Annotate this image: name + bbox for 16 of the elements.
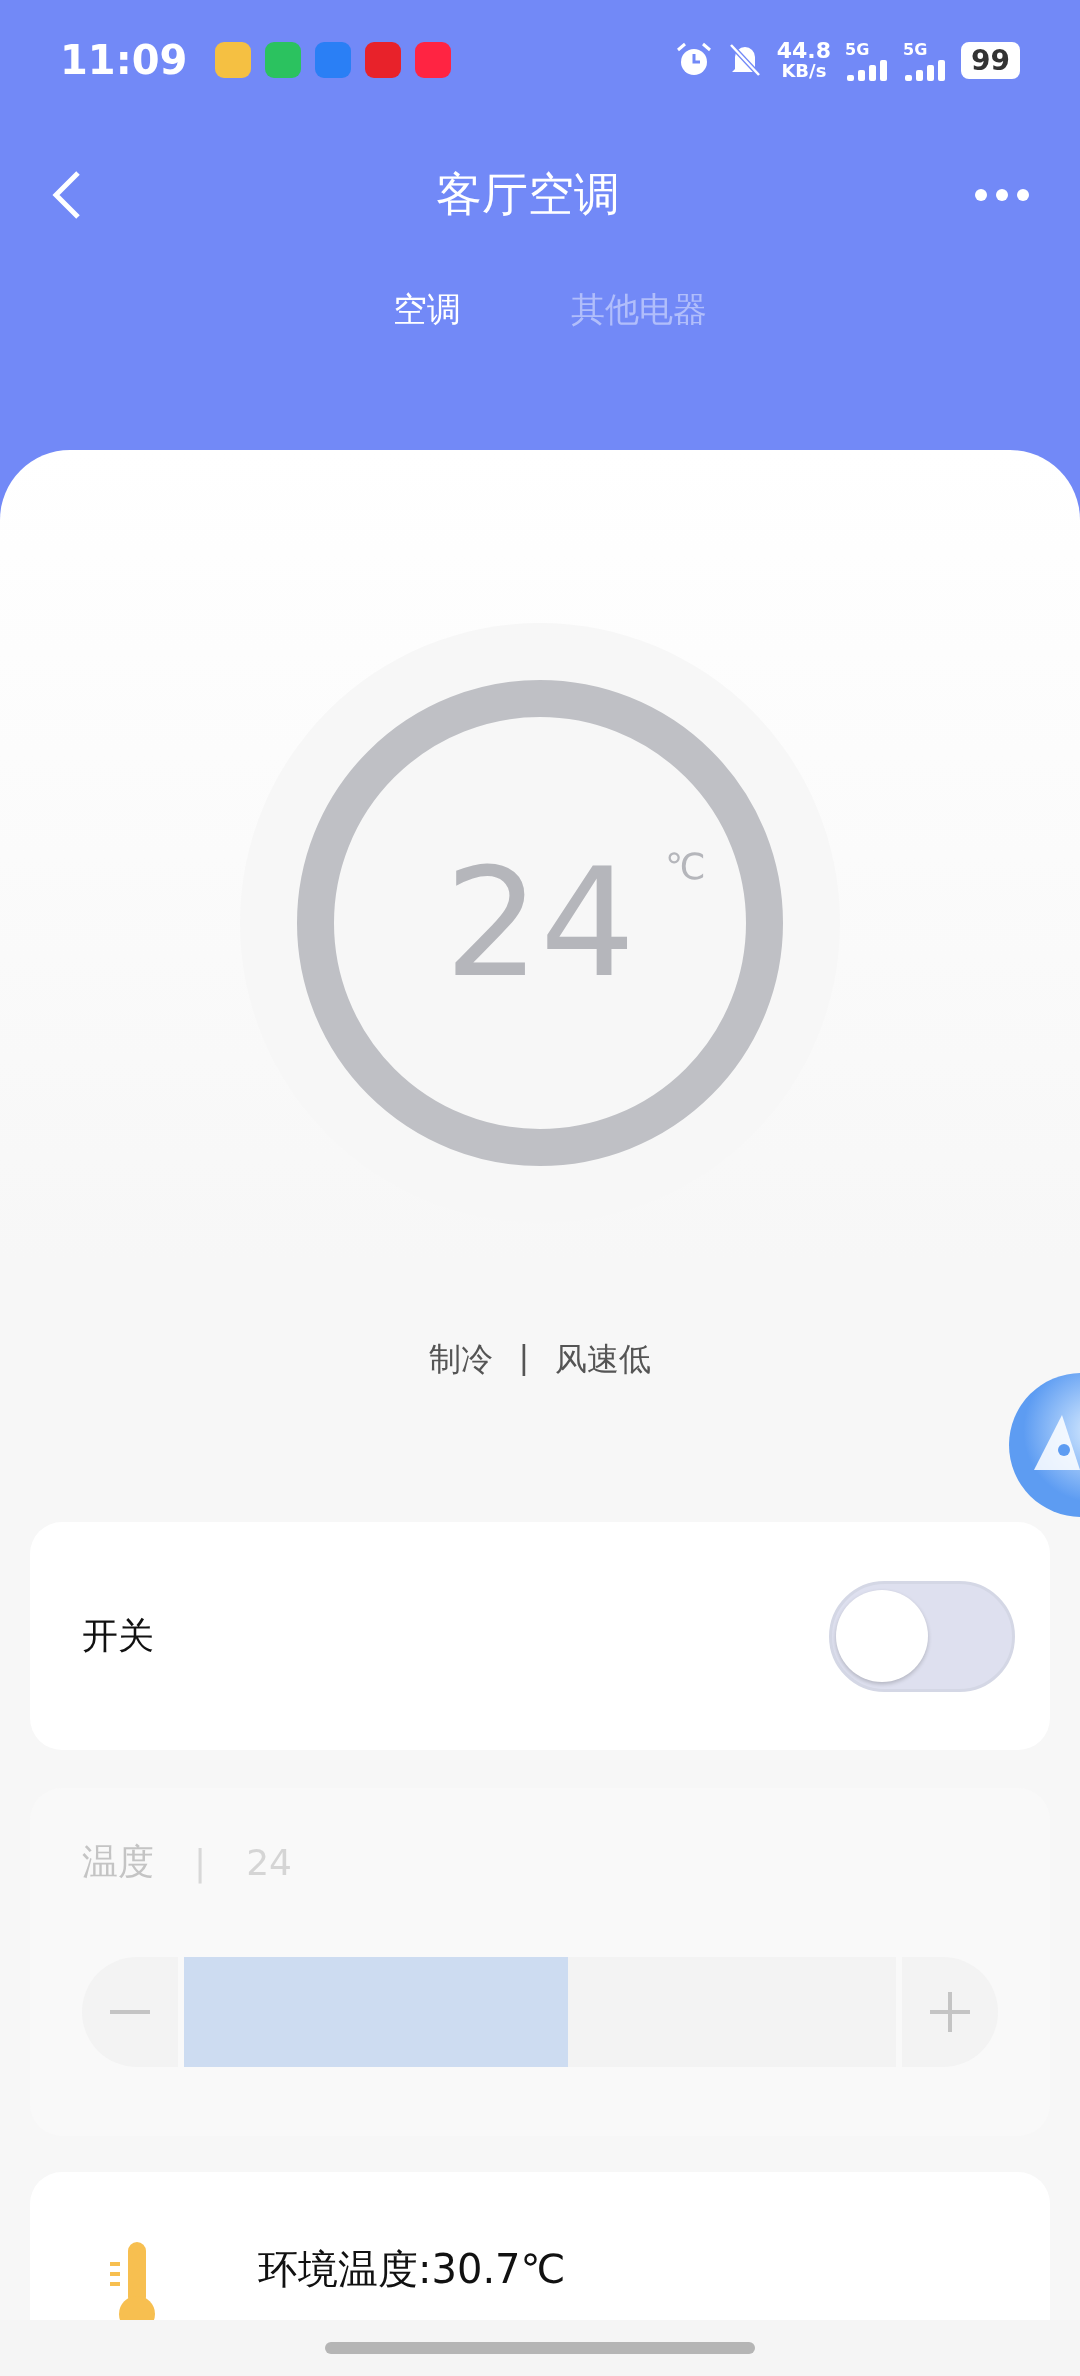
ambient-temperature: 环境温度:30.7℃ bbox=[258, 2245, 566, 2294]
network-type: 5G bbox=[903, 39, 928, 59]
separator: | bbox=[194, 1842, 207, 1883]
battery-level: 99 bbox=[961, 41, 1020, 79]
network-speed-unit: KB/s bbox=[781, 62, 827, 80]
status-time: 11:09 bbox=[60, 37, 188, 83]
fan-speed-label: 风速低 bbox=[555, 1339, 652, 1380]
page-title: 客厅空调 bbox=[436, 166, 620, 223]
network-speed: 44.8 bbox=[776, 40, 832, 62]
power-label: 开关 bbox=[82, 1613, 154, 1658]
tab[interactable]: 空调 bbox=[393, 287, 461, 333]
network-type: 5G bbox=[845, 39, 870, 59]
mode-label: 制冷 bbox=[428, 1339, 493, 1380]
tab[interactable]: 其他电器 bbox=[571, 287, 707, 333]
temperature-unit: ℃ bbox=[665, 846, 706, 887]
separator: | bbox=[518, 1338, 530, 1378]
